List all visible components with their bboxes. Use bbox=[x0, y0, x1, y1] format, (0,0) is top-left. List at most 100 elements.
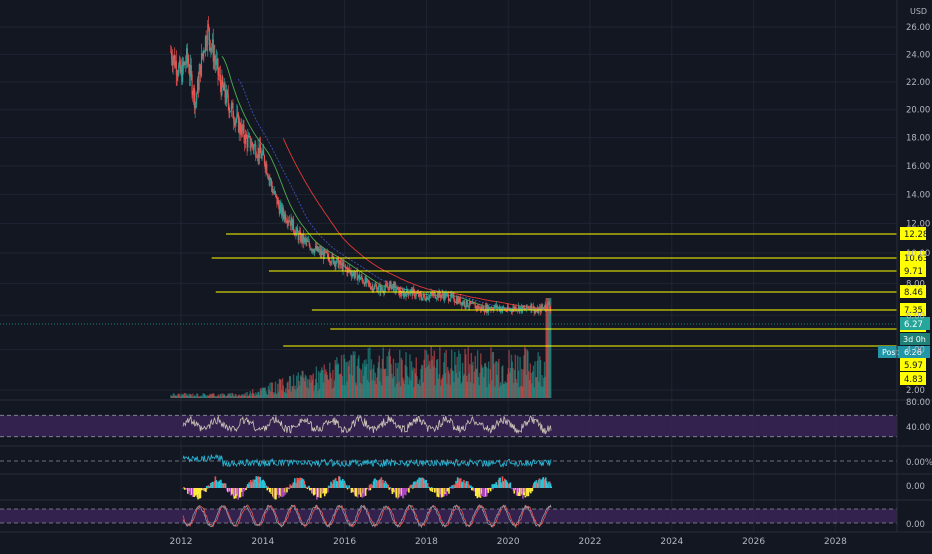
candle-body bbox=[464, 301, 466, 307]
histogram-bar bbox=[388, 488, 391, 490]
candle-body bbox=[255, 144, 257, 157]
candle-body bbox=[344, 265, 346, 268]
candle-body bbox=[245, 134, 247, 139]
level-label: 5.97 bbox=[904, 361, 923, 371]
candle-body bbox=[312, 249, 314, 252]
candle-body bbox=[336, 258, 338, 264]
histogram-bar bbox=[267, 486, 269, 488]
histogram-bar bbox=[471, 486, 474, 488]
price-tick-label: 2.00 bbox=[906, 386, 925, 396]
price-tick-label: 4.00 bbox=[906, 346, 925, 356]
candle-body bbox=[440, 295, 442, 298]
histogram-bar bbox=[284, 488, 287, 495]
candle-body bbox=[526, 304, 528, 308]
candle-body bbox=[186, 48, 188, 59]
candle-body bbox=[354, 274, 356, 278]
candle-body bbox=[381, 286, 383, 290]
candle-body bbox=[545, 304, 547, 309]
candle-body bbox=[468, 306, 470, 308]
price-tick-label: 14.00 bbox=[906, 190, 930, 200]
candle-body bbox=[206, 44, 208, 46]
price-chart[interactable]: 12.2810.639.718.467.356.275.974.836.273d… bbox=[0, 0, 932, 550]
candle-body bbox=[267, 174, 269, 177]
candle-body bbox=[377, 286, 380, 291]
candle-body bbox=[478, 307, 480, 309]
candle-body bbox=[409, 293, 411, 294]
candle-body bbox=[232, 103, 234, 119]
histogram-bar bbox=[346, 488, 349, 490]
candle-body bbox=[250, 146, 252, 149]
candle-body bbox=[522, 305, 524, 309]
candle-body bbox=[454, 301, 456, 303]
histogram-bar bbox=[527, 488, 530, 497]
chart-stage[interactable]: 12.2810.639.718.467.356.275.974.836.273d… bbox=[0, 0, 932, 550]
candle-body bbox=[217, 58, 219, 75]
candle-body bbox=[419, 292, 421, 295]
histogram-bar bbox=[224, 483, 227, 488]
candle-body bbox=[293, 230, 295, 234]
histogram-bar bbox=[408, 488, 410, 493]
histogram-bar bbox=[368, 484, 371, 488]
candle-body bbox=[497, 307, 499, 309]
histogram-bar bbox=[265, 486, 268, 488]
candle-body bbox=[295, 230, 297, 236]
candle-body bbox=[172, 59, 174, 66]
histogram-bar bbox=[206, 488, 209, 489]
histogram-bar bbox=[288, 488, 291, 489]
histogram-bar bbox=[411, 484, 413, 488]
candle-body bbox=[543, 307, 545, 309]
candle-body bbox=[408, 293, 410, 296]
candle-body bbox=[447, 293, 449, 295]
candle-body bbox=[428, 298, 430, 300]
post-market-tag: Post bbox=[882, 348, 899, 357]
histogram-bar bbox=[387, 484, 390, 488]
level-label: 8.46 bbox=[904, 288, 923, 298]
candle-body bbox=[208, 24, 210, 29]
candle-body bbox=[388, 283, 391, 291]
candle-body bbox=[391, 285, 393, 290]
candle-body bbox=[385, 284, 387, 285]
candle-body bbox=[396, 290, 398, 291]
histogram-bar bbox=[183, 487, 185, 488]
candle-body bbox=[423, 294, 425, 297]
level-label: 12.28 bbox=[904, 230, 928, 240]
candle-body bbox=[185, 63, 187, 65]
level-label: 9.71 bbox=[904, 267, 923, 277]
histogram-bar bbox=[245, 488, 247, 490]
candle-body bbox=[549, 304, 551, 310]
candle-body bbox=[292, 219, 295, 231]
candle-body bbox=[195, 99, 197, 104]
candle-body bbox=[424, 296, 426, 300]
histogram-bar bbox=[327, 488, 329, 493]
candle-body bbox=[369, 283, 371, 287]
time-tick-label: 2014 bbox=[251, 537, 274, 547]
candle-body bbox=[357, 276, 359, 281]
time-axis[interactable]: 2012 2014 2016 2018 2020 2022 2024 2026 2028 bbox=[170, 537, 848, 547]
candle-body bbox=[259, 144, 262, 153]
candle-body bbox=[362, 279, 364, 283]
level-label: 4.83 bbox=[904, 375, 923, 385]
candle-body bbox=[366, 278, 369, 280]
candle-body bbox=[285, 213, 287, 222]
candle-body bbox=[235, 119, 237, 121]
candle-body bbox=[432, 292, 435, 296]
candle-body bbox=[211, 47, 213, 49]
histogram-bar bbox=[348, 485, 350, 488]
time-tick-label: 2012 bbox=[170, 537, 193, 547]
candle-body bbox=[436, 297, 438, 299]
rsi-band bbox=[0, 415, 897, 437]
histogram-bar bbox=[308, 485, 310, 488]
candle-body bbox=[243, 125, 245, 139]
candle-body bbox=[204, 51, 206, 53]
candle-body bbox=[219, 75, 221, 85]
candle-body bbox=[327, 252, 329, 258]
candle-body bbox=[282, 207, 284, 215]
histogram-bar bbox=[305, 486, 308, 488]
candle-body bbox=[414, 295, 416, 297]
histogram-bar bbox=[550, 486, 553, 488]
stochastic-tick-label: 0.00 bbox=[906, 520, 925, 530]
candle-body bbox=[386, 284, 388, 287]
last-price-label: 6.27 bbox=[904, 320, 923, 330]
histogram-bar bbox=[426, 483, 429, 488]
candle-body bbox=[361, 276, 363, 280]
